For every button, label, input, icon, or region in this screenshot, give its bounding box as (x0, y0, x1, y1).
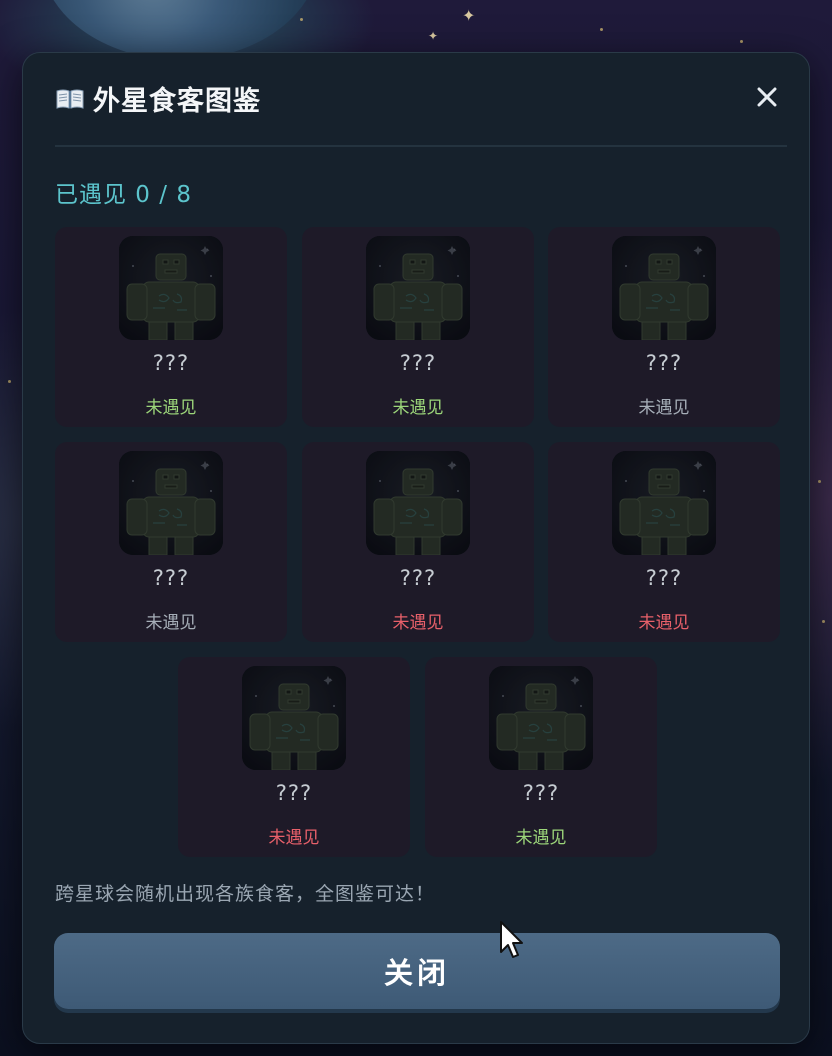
star-dot (8, 380, 11, 383)
alien-card[interactable]: ??? 未遇见 (178, 657, 410, 857)
alien-portrait-locked (612, 236, 716, 340)
close-button[interactable]: 关闭 (54, 933, 780, 1009)
alien-card[interactable]: ??? 未遇见 (55, 442, 287, 642)
alien-status: 未遇见 (145, 398, 197, 418)
alien-card[interactable]: ??? 未遇见 (425, 657, 657, 857)
alien-codex-dialog: 外星食客图鉴 已遇见 0 / 8 ??? 未遇见 ??? 未遇见 ??? 未遇见… (22, 52, 810, 1044)
close-icon[interactable] (753, 83, 781, 111)
alien-status: 未遇见 (515, 828, 567, 848)
alien-status: 未遇见 (392, 613, 444, 633)
encounter-counter: 已遇见 0 / 8 (55, 182, 192, 208)
alien-status: 未遇见 (638, 613, 690, 633)
alien-portrait-locked (119, 451, 223, 555)
sparkle-icon: ✦ (462, 6, 476, 25)
header-divider (55, 145, 787, 147)
planet-backdrop (40, 0, 320, 60)
alien-status: 未遇见 (392, 398, 444, 418)
alien-portrait-locked (366, 451, 470, 555)
alien-name: ??? (399, 351, 437, 375)
star-dot (740, 40, 743, 43)
alien-name: ??? (275, 781, 313, 805)
alien-portrait-locked (119, 236, 223, 340)
alien-name: ??? (399, 566, 437, 590)
alien-card[interactable]: ??? 未遇见 (548, 442, 780, 642)
alien-portrait-locked (612, 451, 716, 555)
dialog-header: 外星食客图鉴 (55, 79, 261, 118)
dialog-title: 外星食客图鉴 (93, 86, 261, 117)
star-dot (818, 480, 821, 483)
hint-text: 跨星球会随机出现各族食客，全图鉴可达！ (55, 883, 436, 905)
alien-card[interactable]: ??? 未遇见 (302, 442, 534, 642)
alien-name: ??? (522, 781, 560, 805)
alien-name: ??? (152, 566, 190, 590)
star-dot (822, 620, 825, 623)
alien-card[interactable]: ??? 未遇见 (548, 227, 780, 427)
alien-status: 未遇见 (145, 613, 197, 633)
open-book-icon (55, 88, 85, 110)
alien-portrait-locked (489, 666, 593, 770)
alien-status: 未遇见 (268, 828, 320, 848)
mouse-cursor-icon (498, 920, 526, 962)
sparkle-icon: ✦ (428, 29, 439, 43)
alien-card[interactable]: ??? 未遇见 (302, 227, 534, 427)
alien-portrait-locked (242, 666, 346, 770)
star-dot (600, 28, 603, 31)
alien-status: 未遇见 (638, 398, 690, 418)
alien-name: ??? (645, 566, 683, 590)
alien-name: ??? (152, 351, 190, 375)
star-dot (300, 18, 303, 21)
alien-name: ??? (645, 351, 683, 375)
alien-card[interactable]: ??? 未遇见 (55, 227, 287, 427)
alien-portrait-locked (366, 236, 470, 340)
